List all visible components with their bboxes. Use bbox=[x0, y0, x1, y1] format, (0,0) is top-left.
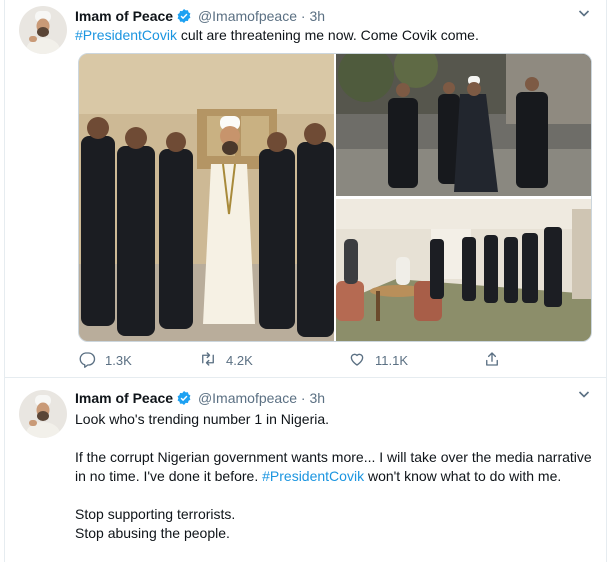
retweet-icon bbox=[199, 350, 226, 371]
verified-badge-icon bbox=[176, 8, 192, 28]
tweet-line: Stop supporting terrorists. bbox=[75, 506, 236, 522]
retweet-count: 4.2K bbox=[226, 352, 253, 368]
like-icon bbox=[348, 350, 375, 371]
timestamp[interactable]: 3h bbox=[309, 390, 325, 406]
timestamp[interactable]: 3h bbox=[309, 8, 325, 24]
tweet-paragraph: Stop supporting terrorists. Stop abusing… bbox=[75, 505, 595, 543]
hashtag-link[interactable]: #PresidentCovik bbox=[75, 27, 177, 43]
photo-2[interactable] bbox=[336, 54, 591, 196]
media-grid[interactable] bbox=[78, 53, 592, 342]
tweet-text-body: won't know what to do with me. bbox=[364, 468, 562, 484]
tweet-actions: 1.3K 4.2K 11.1K bbox=[75, 350, 575, 370]
author-handle[interactable]: @Imamofpeace bbox=[198, 8, 297, 24]
tweet-header: Imam of Peace @Imamofpeace · 3h bbox=[75, 7, 325, 25]
photo-3[interactable] bbox=[336, 199, 591, 341]
reply-count: 1.3K bbox=[105, 352, 132, 368]
tweet[interactable]: Imam of Peace @Imamofpeace · 3h #Preside… bbox=[5, 0, 606, 378]
chevron-down-icon[interactable] bbox=[576, 386, 592, 405]
timeline: Imam of Peace @Imamofpeace · 3h #Preside… bbox=[4, 0, 607, 562]
tweet-paragraph: Look who's trending number 1 in Nigeria. bbox=[75, 411, 330, 427]
tweet-paragraph: If the corrupt Nigerian government wants… bbox=[75, 448, 595, 486]
tweet-text: #PresidentCovik cult are threatening me … bbox=[75, 26, 595, 45]
chevron-down-icon[interactable] bbox=[576, 5, 592, 24]
tweet[interactable]: Imam of Peace @Imamofpeace · 3h Look who… bbox=[5, 378, 606, 562]
avatar[interactable] bbox=[19, 6, 67, 54]
tweet-line: Stop abusing the people. bbox=[75, 525, 230, 541]
author-name[interactable]: Imam of Peace bbox=[75, 8, 173, 24]
photo-1[interactable] bbox=[79, 54, 334, 341]
separator: · bbox=[300, 390, 306, 406]
separator: · bbox=[300, 8, 306, 24]
avatar[interactable] bbox=[19, 390, 67, 438]
tweet-text: Look who's trending number 1 in Nigeria.… bbox=[75, 410, 595, 543]
share-icon bbox=[483, 350, 510, 371]
reply-button[interactable]: 1.3K bbox=[78, 350, 132, 370]
author-handle[interactable]: @Imamofpeace bbox=[198, 390, 297, 406]
share-button[interactable] bbox=[483, 350, 510, 370]
author-name[interactable]: Imam of Peace bbox=[75, 390, 173, 406]
like-button[interactable]: 11.1K bbox=[348, 350, 408, 370]
verified-badge-icon bbox=[176, 390, 192, 410]
hashtag-link[interactable]: #PresidentCovik bbox=[262, 468, 364, 484]
tweet-text-body: cult are threatening me now. Come Covik … bbox=[176, 27, 479, 43]
reply-icon bbox=[78, 350, 105, 371]
tweet-header: Imam of Peace @Imamofpeace · 3h bbox=[75, 389, 325, 407]
retweet-button[interactable]: 4.2K bbox=[199, 350, 253, 370]
like-count: 11.1K bbox=[375, 352, 409, 368]
